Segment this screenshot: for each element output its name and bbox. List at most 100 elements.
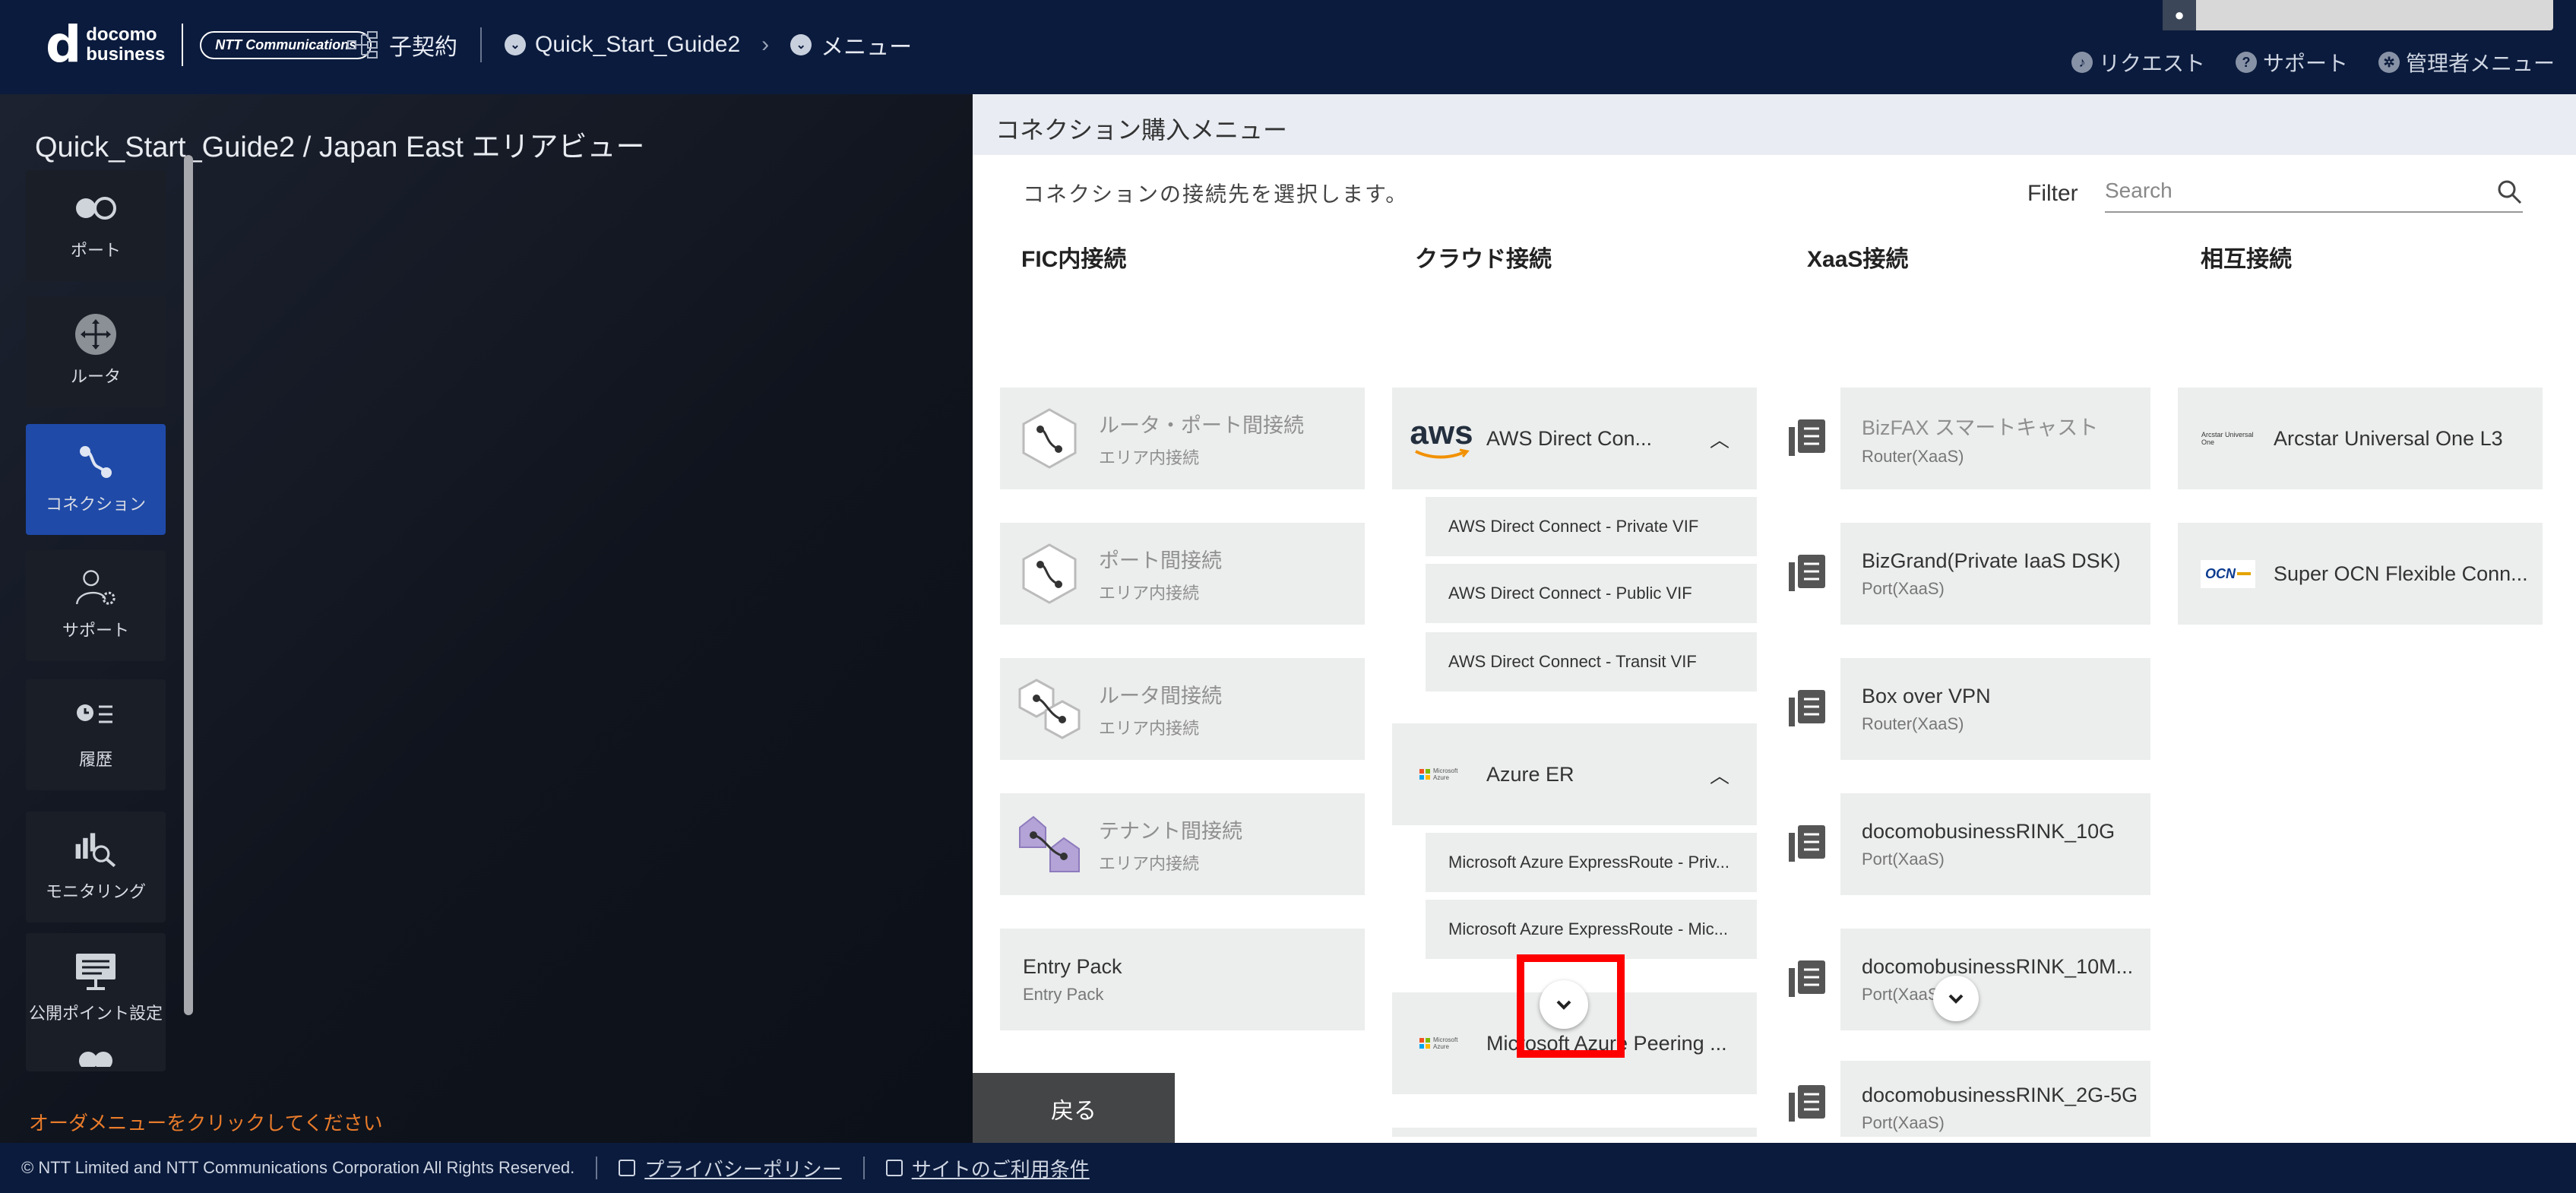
aws-private-vif[interactable]: AWS Direct Connect - Private VIF [1426, 497, 1757, 556]
cloud-card-aws[interactable]: aws AWS Direct Con... ︿ [1392, 388, 1757, 489]
panel-title: コネクション購入メニュー [973, 94, 2576, 155]
area-title: Quick_Start_Guide2 / Japan East エリアビュー [35, 131, 645, 163]
chevron-right-icon: › [761, 32, 770, 57]
fic-card-port-port[interactable]: ポート間接続 エリア内接続 [1000, 523, 1365, 625]
monitoring-icon [74, 831, 117, 868]
breadcrumb-project[interactable]: ⌄ Quick_Start_Guide2 [505, 32, 740, 58]
logo-line2: business [86, 44, 166, 65]
external-link-icon [885, 1160, 903, 1176]
chevron-up-icon[interactable]: ︿ [1710, 761, 1729, 789]
search-box [2105, 170, 2523, 213]
fic-card-router-router[interactable]: ルータ間接続 エリア内接続 [1000, 658, 1365, 760]
chevron-circle-icon: ⌄ [505, 34, 526, 55]
aws-transit-vif[interactable]: AWS Direct Connect - Transit VIF [1426, 632, 1757, 691]
cloud-card-azure-er[interactable]: Microsoft Azure Azure ER ︿ [1392, 723, 1757, 825]
search-icon[interactable] [2495, 178, 2523, 205]
sidebar-item-public-point[interactable]: 公開ポイント設定 [26, 933, 166, 1044]
back-button[interactable]: 戻る [973, 1073, 1175, 1144]
breadcrumb-menu-label: メニュー [821, 35, 913, 60]
aws-public-vif[interactable]: AWS Direct Connect - Public VIF [1426, 564, 1757, 623]
fic-column: ルータ・ポート間接続 エリア内接続 ポート間接続 エリア内接続 ルータ間接続 エリア内… [1000, 292, 1365, 1143]
privacy-policy-link[interactable]: プライバシーポリシー [619, 1154, 842, 1182]
mutual-card-arcstar[interactable]: Arcstar Universal One Arcstar Universal … [2178, 388, 2543, 489]
xaas-row-rink-2g5g[interactable]: docomobusinessRINK_2G-5G Port(XaaS) [1786, 1061, 2150, 1137]
double-hex-icon [1015, 677, 1084, 741]
stack-icon [1789, 960, 1825, 997]
microsoft-azure-logo: Microsoft Azure [1400, 767, 1483, 781]
chevron-up-icon[interactable]: ︿ [1710, 425, 1729, 453]
sidebar-item-more[interactable] [26, 1040, 166, 1071]
router-icon [74, 314, 117, 355]
fic-column-title: FIC内接続 [1021, 247, 1127, 272]
breadcrumb: 子契約 ⌄ Quick_Start_Guide2 › ⌄ メニュー [347, 27, 912, 62]
stack-icon [1789, 555, 1825, 591]
xaas-row-rink-10g[interactable]: docomobusinessRINK_10G Port(XaaS) [1786, 793, 2150, 895]
request-link[interactable]: ♪ リクエスト [2071, 47, 2205, 78]
breadcrumb-contract[interactable]: 子契約 [347, 28, 457, 62]
sidebar-item-history[interactable]: 履歴 [26, 679, 166, 790]
more-icon [74, 1044, 117, 1067]
xaas-column-title: XaaS接続 [1807, 247, 1909, 272]
public-point-icon [74, 953, 117, 990]
connection-purchase-panel: コネクション購入メニュー コネクションの接続先を選択します。 Filter FI… [973, 94, 2576, 1143]
sidebar-item-support[interactable]: サポート [26, 550, 166, 661]
tenant-icon [1015, 812, 1084, 876]
connection-hex-icon [1015, 542, 1084, 606]
xaas-row-bizgrand[interactable]: BizGrand(Private IaaS DSK) Port(XaaS) [1786, 523, 2150, 625]
stack-icon [1789, 690, 1825, 726]
search-input[interactable] [2105, 170, 2477, 211]
fic-card-router-port[interactable]: ルータ・ポート間接続 エリア内接続 [1000, 388, 1365, 489]
breadcrumb-contract-label: 子契約 [389, 35, 457, 60]
sidebar-item-connection[interactable]: コネクション [26, 424, 166, 535]
azure-expressroute-microsoft[interactable]: Microsoft Azure ExpressRoute - Mic... [1426, 900, 1757, 959]
connection-icon [74, 444, 117, 480]
docomo-business-logo[interactable]: d docomo business NTT Communications [46, 20, 372, 70]
arcstar-logo: Arcstar Universal One [2201, 431, 2254, 446]
order-instruction: オーダメニューをクリックしてください [29, 1112, 383, 1134]
azure-expressroute-private[interactable]: Microsoft Azure ExpressRoute - Priv... [1426, 833, 1757, 892]
tree-icon [347, 31, 378, 59]
question-icon: ? [2235, 52, 2257, 73]
xaas-row-box[interactable]: Box over VPN Router(XaaS) [1786, 658, 2150, 760]
sidebar-item-router[interactable]: ルータ [26, 296, 166, 407]
stack-icon [1789, 419, 1825, 456]
mutual-column: Arcstar Universal One Arcstar Universal … [2178, 292, 2543, 1143]
top-header: d docomo business NTT Communications 子契約… [0, 0, 2576, 94]
ocn-logo: OCN [2198, 559, 2258, 588]
fic-card-tenant[interactable]: テナント間接続 エリア内接続 [1000, 793, 1365, 895]
microsoft-azure-logo: Microsoft Azure [1400, 1036, 1483, 1050]
cloud-card-next[interactable] [1392, 1128, 1757, 1137]
area-view: Quick_Start_Guide2 / Japan East エリアビュー ポ… [0, 94, 973, 1143]
stack-icon [1789, 1085, 1825, 1122]
sidebar-scrollbar[interactable] [184, 155, 193, 1015]
sidebar-item-monitoring[interactable]: モニタリング [26, 812, 166, 922]
connection-hex-icon [1015, 407, 1084, 470]
port-icon [74, 190, 117, 226]
mutual-card-super-ocn[interactable]: OCN Super OCN Flexible Conn... [2178, 523, 2543, 625]
xaas-row-bizfax[interactable]: BizFAX スマートキャスト Router(XaaS) [1786, 388, 2150, 489]
footer: © NTT Limited and NTT Communications Cor… [0, 1143, 2576, 1193]
fic-card-entry-pack[interactable]: Entry Pack Entry Pack [1000, 929, 1365, 1030]
user-account-box[interactable]: ● [2163, 0, 2553, 30]
panel-description: コネクションの接続先を選択します。 [1023, 182, 1409, 206]
history-icon [74, 699, 117, 736]
support-icon [74, 570, 117, 606]
admin-menu-link[interactable]: ✲ 管理者メニュー [2378, 47, 2555, 78]
terms-of-use-link[interactable]: サイトのご利用条件 [885, 1154, 1090, 1182]
xaas-scroll-down-button[interactable] [1933, 976, 1979, 1021]
breadcrumb-menu[interactable]: ⌄ メニュー [790, 28, 912, 62]
breadcrumb-project-label: Quick_Start_Guide2 [535, 32, 741, 57]
header-links: ♪ リクエスト ? サポート ✲ 管理者メニュー [2071, 47, 2555, 78]
external-link-icon [619, 1160, 636, 1176]
chevron-down-icon [1948, 994, 1964, 1004]
stack-icon [1789, 825, 1825, 862]
logo-line1: docomo [86, 24, 157, 45]
mutual-column-title: 相互接続 [2201, 247, 2292, 272]
user-icon: ● [2163, 0, 2196, 30]
support-link[interactable]: ? サポート [2235, 47, 2348, 78]
gear-icon: ✲ [2378, 52, 2400, 73]
bell-icon: ♪ [2071, 52, 2093, 73]
chevron-circle-icon: ⌄ [790, 34, 812, 55]
filter-label: Filter [2027, 181, 2078, 206]
sidebar-item-port[interactable]: ポート [26, 170, 166, 281]
